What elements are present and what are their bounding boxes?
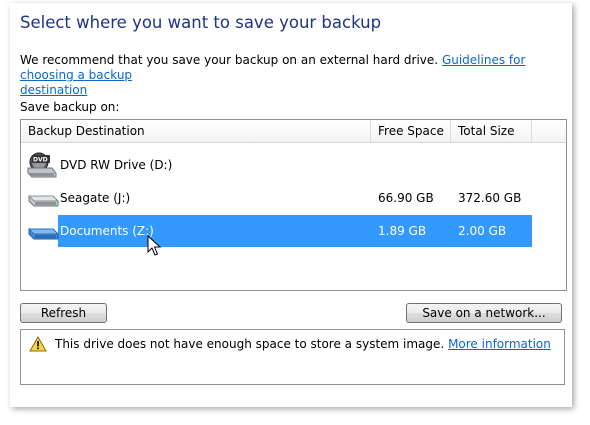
row-total-size: 2.00 GB	[458, 224, 507, 238]
refresh-button[interactable]: Refresh	[20, 303, 107, 323]
save-backup-on-label: Save backup on:	[20, 100, 120, 114]
svg-text:DVD: DVD	[33, 157, 48, 164]
network-drive-icon	[27, 223, 60, 244]
list-header: Backup Destination Free Space Total Size	[21, 120, 566, 143]
warning-icon	[29, 335, 47, 355]
backup-destination-list[interactable]: Backup Destination Free Space Total Size…	[20, 119, 567, 291]
row-name: DVD RW Drive (D:)	[60, 158, 173, 172]
warning-panel: This drive does not have enough space to…	[20, 329, 565, 385]
column-header-destination[interactable]: Backup Destination	[21, 120, 371, 142]
backup-wizard-page: Select where you want to save your backu…	[10, 3, 572, 407]
column-header-filler	[532, 120, 566, 142]
list-item-documents[interactable]: Documents (Z:) 1.89 GB 2.00 GB	[21, 215, 532, 247]
column-header-free-space[interactable]: Free Space	[371, 120, 451, 142]
mouse-pointer-icon	[147, 234, 162, 260]
row-free-space: 1.89 GB	[378, 224, 427, 238]
row-free-space: 66.90 GB	[378, 191, 434, 205]
row-name: Documents (Z:)	[60, 224, 154, 238]
more-information-link[interactable]: More information	[448, 337, 551, 351]
recommendation-text: We recommend that you save your backup o…	[20, 53, 566, 98]
save-on-network-button[interactable]: Save on a network...	[406, 303, 562, 323]
dvd-drive-icon: DVD	[27, 152, 57, 183]
list-item-seagate[interactable]: Seagate (J:) 66.90 GB 372.60 GB	[21, 182, 532, 214]
list-item-dvd-drive[interactable]: DVD DVD RW Drive (D:)	[21, 149, 532, 181]
column-header-total-size[interactable]: Total Size	[451, 120, 532, 142]
row-name: Seagate (J:)	[60, 191, 131, 205]
row-total-size: 372.60 GB	[458, 191, 522, 205]
hard-drive-icon	[27, 190, 60, 211]
recommendation-sentence: We recommend that you save your backup o…	[20, 53, 439, 67]
page-title: Select where you want to save your backu…	[20, 13, 382, 32]
warning-message: This drive does not have enough space to…	[55, 337, 551, 351]
warning-text: This drive does not have enough space to…	[55, 337, 445, 351]
